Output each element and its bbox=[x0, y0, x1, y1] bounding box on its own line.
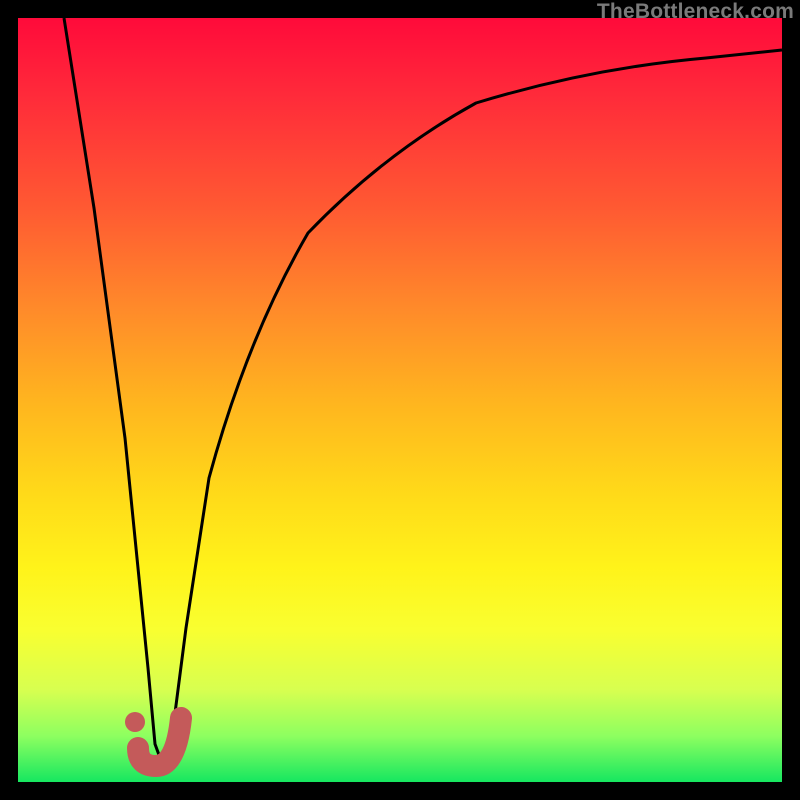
plot-area bbox=[18, 18, 782, 782]
bottleneck-curve bbox=[64, 18, 782, 766]
estimate-dot bbox=[125, 712, 145, 732]
chart-svg bbox=[18, 18, 782, 782]
chart-frame: TheBottleneck.com bbox=[0, 0, 800, 800]
